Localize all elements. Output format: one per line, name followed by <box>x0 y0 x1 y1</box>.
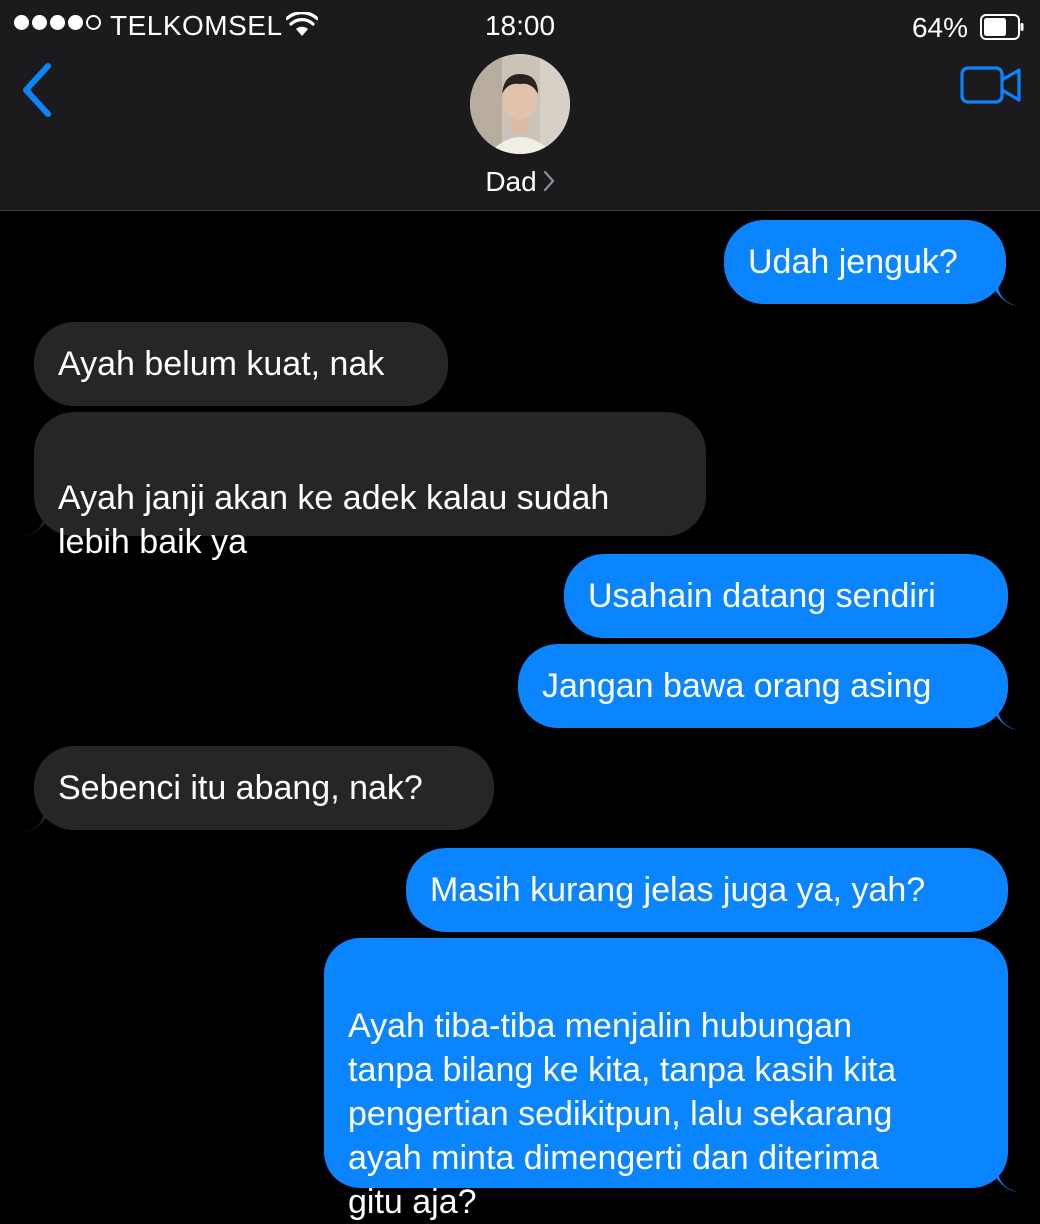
contact-photo <box>470 54 570 154</box>
message-text: Jangan bawa orang asing <box>542 667 932 705</box>
contact-name: Dad <box>485 166 537 197</box>
message-bubble-outgoing[interactable]: Jangan bawa orang asing <box>518 644 1008 728</box>
battery-icon <box>980 14 1024 40</box>
message-bubble-outgoing[interactable]: Masih kurang jelas juga ya, yah? <box>406 848 1008 932</box>
message-bubble-incoming[interactable]: Sebenci itu abang, nak? <box>34 746 494 830</box>
bubble-tail <box>990 1166 1018 1192</box>
message-text: Ayah janji akan ke adek kalau sudah lebi… <box>58 479 610 561</box>
contact-name-button[interactable]: Dad <box>0 166 1040 198</box>
message-text: Usahain datang sendiri <box>588 577 936 615</box>
contact-avatar[interactable] <box>470 54 570 154</box>
message-text: Ayah belum kuat, nak <box>58 345 385 383</box>
bubble-tail <box>24 510 52 536</box>
message-bubble-incoming[interactable]: Ayah janji akan ke adek kalau sudah lebi… <box>34 412 706 561</box>
message-text: Sebenci itu abang, nak? <box>58 769 423 807</box>
message-bubble-outgoing[interactable]: Ayah tiba-tiba menjalin hubungan tanpa b… <box>324 938 1008 1221</box>
status-time: 18:00 <box>484 10 556 41</box>
message-bubble-incoming[interactable]: Ayah belum kuat, nak <box>34 322 448 406</box>
bubble-tail <box>990 704 1018 730</box>
message-text: Masih kurang jelas juga ya, yah? <box>430 871 926 909</box>
video-camera-icon[interactable] <box>960 64 1022 106</box>
battery-percentage: 64% <box>911 12 968 43</box>
back-chevron-icon[interactable] <box>18 60 58 120</box>
bubble-tail <box>990 280 1018 306</box>
conversation-header: TELKOMSEL 18:00 64% Dad <box>0 0 1040 211</box>
message-bubble-outgoing[interactable]: Udah jenguk? <box>724 220 1006 304</box>
message-text: Udah jenguk? <box>748 243 958 281</box>
chevron-right-icon <box>543 170 554 192</box>
status-bar: TELKOMSEL 18:00 64% <box>0 0 1040 52</box>
bubble-tail <box>24 806 52 832</box>
message-bubble-outgoing[interactable]: Usahain datang sendiri <box>564 554 1008 638</box>
message-text: Ayah tiba-tiba menjalin hubungan tanpa b… <box>348 1007 897 1221</box>
